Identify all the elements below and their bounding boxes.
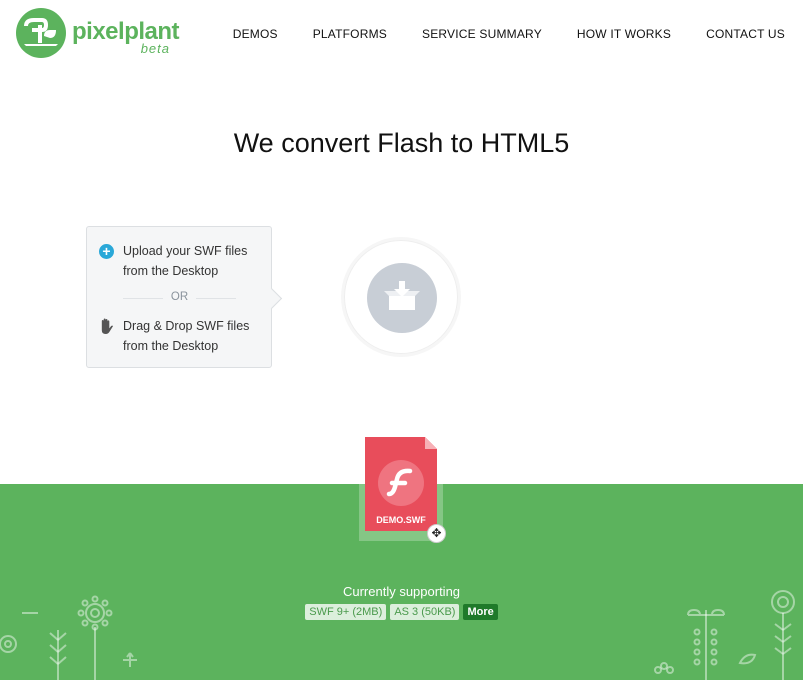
main-nav: DEMOS PLATFORMS SERVICE SUMMARY HOW IT W… [233, 27, 785, 41]
logo-plant-icon [16, 8, 66, 58]
nav-demos[interactable]: DEMOS [233, 27, 278, 41]
drop-zone[interactable] [344, 240, 458, 354]
nav-how-it-works[interactable]: HOW IT WORKS [577, 27, 671, 41]
hand-icon [101, 318, 114, 334]
download-box-icon [367, 263, 437, 333]
badge-as3: AS 3 (50KB) [390, 604, 460, 620]
drag-option-line1: Drag & Drop SWF files [123, 319, 250, 333]
support-title: Currently supporting [342, 584, 461, 599]
move-icon[interactable]: ✥ [427, 524, 446, 543]
brand-tag: beta [140, 41, 170, 56]
nav-contact-us[interactable]: CONTACT US [706, 27, 785, 41]
page-title: We convert Flash to HTML5 [233, 128, 570, 158]
badge-swf: SWF 9+ (2MB) [305, 604, 387, 620]
drag-option-line2: from the Desktop [123, 339, 219, 353]
logo[interactable]: pixelplant beta [16, 8, 180, 58]
support-badges: SWF 9+ (2MB) AS 3 (50KB) More [0, 604, 803, 620]
upload-option-line1: Upload your SWF files [123, 244, 248, 258]
upload-desktop-option[interactable]: + Upload your SWF files from the Desktop [99, 241, 258, 281]
nav-service-summary[interactable]: SERVICE SUMMARY [422, 27, 542, 41]
nav-platforms[interactable]: PLATFORMS [313, 27, 387, 41]
plus-circle-icon: + [99, 244, 114, 259]
drag-drop-option[interactable]: Drag & Drop SWF files from the Desktop [99, 316, 258, 356]
or-divider: OR [123, 291, 236, 303]
more-button[interactable]: More [463, 604, 498, 620]
file-name: DEMO.SWF [376, 515, 426, 525]
upload-option-line2: from the Desktop [123, 264, 219, 278]
upload-panel: + Upload your SWF files from the Desktop… [86, 226, 272, 368]
